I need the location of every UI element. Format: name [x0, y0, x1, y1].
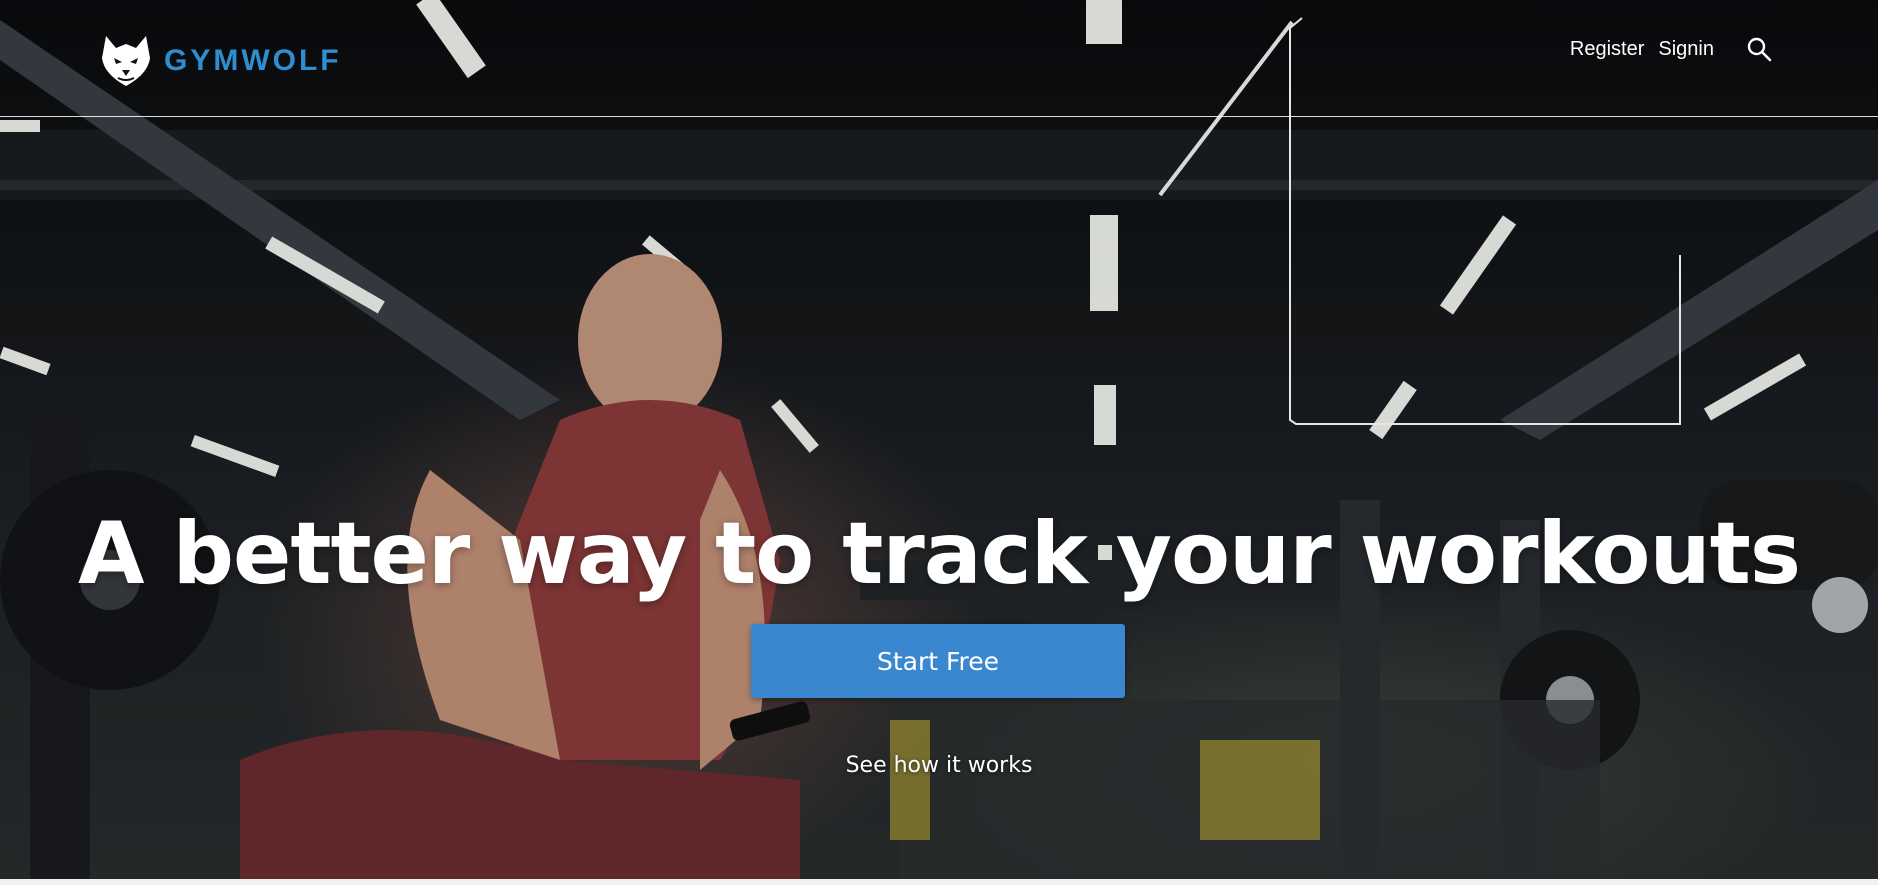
- register-link[interactable]: Register: [1570, 38, 1644, 61]
- start-free-button[interactable]: Start Free: [751, 624, 1125, 698]
- signin-link[interactable]: Signin: [1658, 38, 1714, 61]
- page-bottom-edge: [0, 879, 1878, 885]
- search-icon[interactable]: [1746, 36, 1772, 62]
- top-navigation: GYMWOLF Register Signin: [0, 0, 1878, 117]
- wolf-head-icon: [102, 36, 150, 86]
- brand-name: GYMWOLF: [164, 44, 342, 77]
- hero-headline: A better way to track your workouts: [77, 503, 1801, 604]
- brand-logo[interactable]: GYMWOLF: [100, 34, 342, 88]
- nav-links: Register Signin: [1570, 36, 1772, 62]
- see-how-it-works-link[interactable]: See how it works: [0, 753, 1878, 778]
